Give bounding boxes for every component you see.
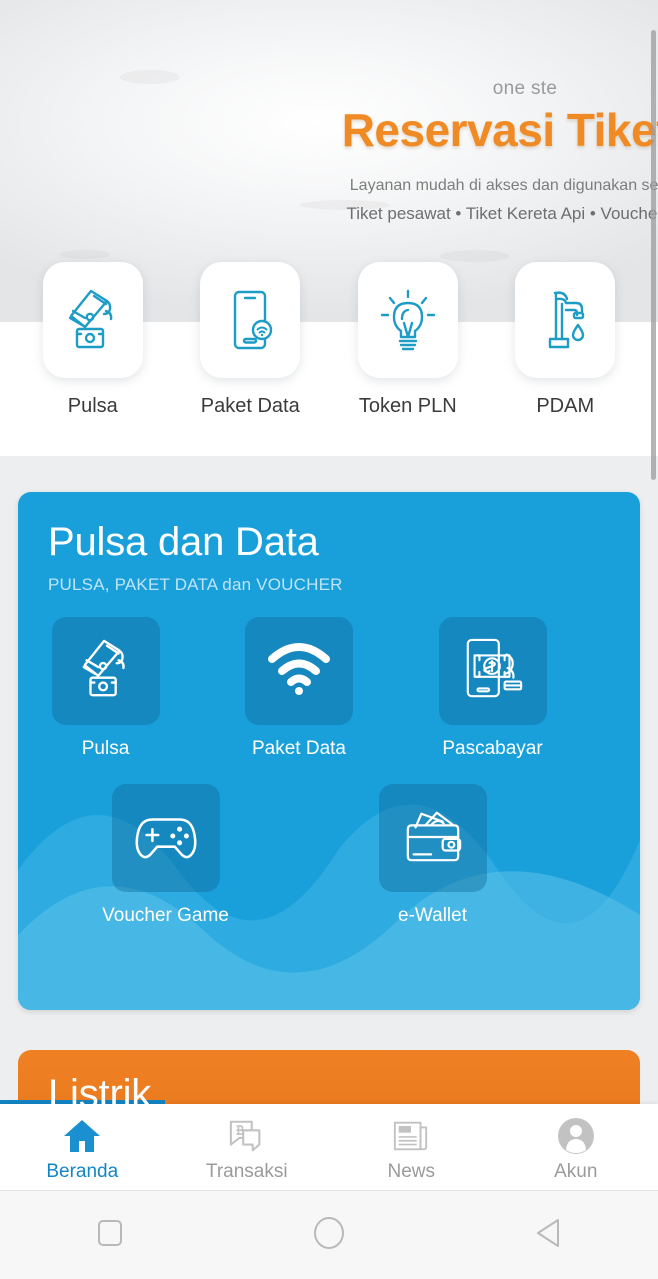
tile-box[interactable] [51, 617, 160, 725]
section-tile-row-2: Voucher Game e-Wallet [18, 784, 610, 927]
section-tile-row-1: Pulsa Paket Data Pascabayar [18, 617, 610, 760]
quick-tile[interactable] [515, 262, 616, 378]
section-title: Listrik [48, 1072, 152, 1116]
nav-item-label: News [387, 1160, 435, 1182]
phone-wifi-icon [218, 287, 282, 353]
circle-icon [312, 1215, 346, 1256]
section-tile-grid: Pulsa Paket Data Pascabayar Voucher Game… [18, 617, 640, 927]
quick-access-label: Paket Data [200, 395, 300, 417]
gamepad-icon [133, 810, 199, 867]
hand-holding-money-icon [61, 287, 125, 353]
service-tile-e-wallet[interactable]: e-Wallet [375, 784, 490, 927]
tile-box[interactable] [245, 617, 353, 725]
system-nav-home-button[interactable] [219, 1215, 438, 1256]
quick-access-label: Pulsa [67, 395, 118, 417]
section-card-header: Listrik [18, 1050, 640, 1117]
quick-access-label: PDAM [536, 395, 595, 417]
service-tile-pascabayar[interactable]: Pascabayar [435, 617, 550, 760]
square-icon [96, 1218, 124, 1253]
quick-access-item-pdam[interactable]: PDAM [487, 262, 645, 457]
nav-item-label: Transaksi [205, 1160, 288, 1182]
service-tile-label: e-Wallet [398, 905, 467, 926]
nav-item-label: Akun [554, 1160, 598, 1182]
tile-box[interactable] [438, 617, 547, 725]
nav-item-label: Beranda [46, 1160, 119, 1182]
vertical-scrollbar[interactable] [651, 30, 656, 480]
newspaper-icon [391, 1116, 431, 1156]
banner-kicker: one ste [492, 78, 558, 99]
quick-tile[interactable] [200, 262, 301, 378]
home-icon [62, 1116, 102, 1156]
service-tile-label: Pascabayar [442, 738, 543, 759]
service-tile-label: Voucher Game [102, 905, 229, 926]
quick-access-item-pulsa[interactable]: Pulsa [14, 262, 172, 457]
service-tile-label: Paket Data [252, 738, 346, 759]
android-system-nav-bar [0, 1190, 658, 1279]
phone-money-hand-icon [461, 636, 525, 707]
triangle-left-icon [532, 1216, 564, 1255]
service-tile-paket-data[interactable]: Paket Data [242, 617, 357, 760]
section-card-pulsa-dan-data[interactable]: Pulsa dan Data PULSA, PAKET DATA dan VOU… [18, 492, 640, 1010]
quick-tile[interactable] [357, 262, 458, 378]
lightbulb-icon [376, 287, 440, 353]
tile-box[interactable] [378, 784, 487, 892]
wallet-icon [400, 806, 466, 871]
section-card-header: Pulsa dan Data PULSA, PAKET DATA dan VOU… [18, 492, 640, 595]
hand-holding-money-icon [75, 637, 137, 706]
chat-bitcoin-icon [227, 1116, 267, 1156]
quick-access-item-paket-data[interactable]: Paket Data [172, 262, 330, 457]
section-title: Pulsa dan Data [48, 520, 319, 564]
system-nav-back-button[interactable] [439, 1216, 658, 1255]
tile-box[interactable] [111, 784, 220, 892]
service-tile-label: Pulsa [81, 738, 130, 759]
service-tile-voucher-game[interactable]: Voucher Game [102, 784, 229, 927]
service-tile-pulsa[interactable]: Pulsa [48, 617, 163, 760]
section-subtitle: PULSA, PAKET DATA dan VOUCHER [48, 575, 343, 594]
app-screen: one ste Reservasi Tiket 2 Layanan mudah … [0, 0, 658, 1279]
banner-subtitle-2: Tiket pesawat • Tiket Kereta Api • Vouch… [346, 204, 658, 223]
quick-access-row: Pulsa Paket Data Token PLN PDAM [0, 262, 658, 457]
quick-access-item-token-pln[interactable]: Token PLN [329, 262, 487, 457]
faucet-water-icon [533, 287, 597, 353]
banner-subtitle-1: Layanan mudah di akses dan digunakan ses… [349, 177, 658, 194]
quick-access-label: Token PLN [358, 395, 457, 417]
user-circle-icon [556, 1116, 596, 1156]
system-nav-recents-button[interactable] [0, 1218, 219, 1253]
wifi-icon [266, 640, 332, 703]
banner-title: Reservasi Tiket 2 [341, 104, 658, 156]
quick-tile[interactable] [42, 262, 143, 378]
